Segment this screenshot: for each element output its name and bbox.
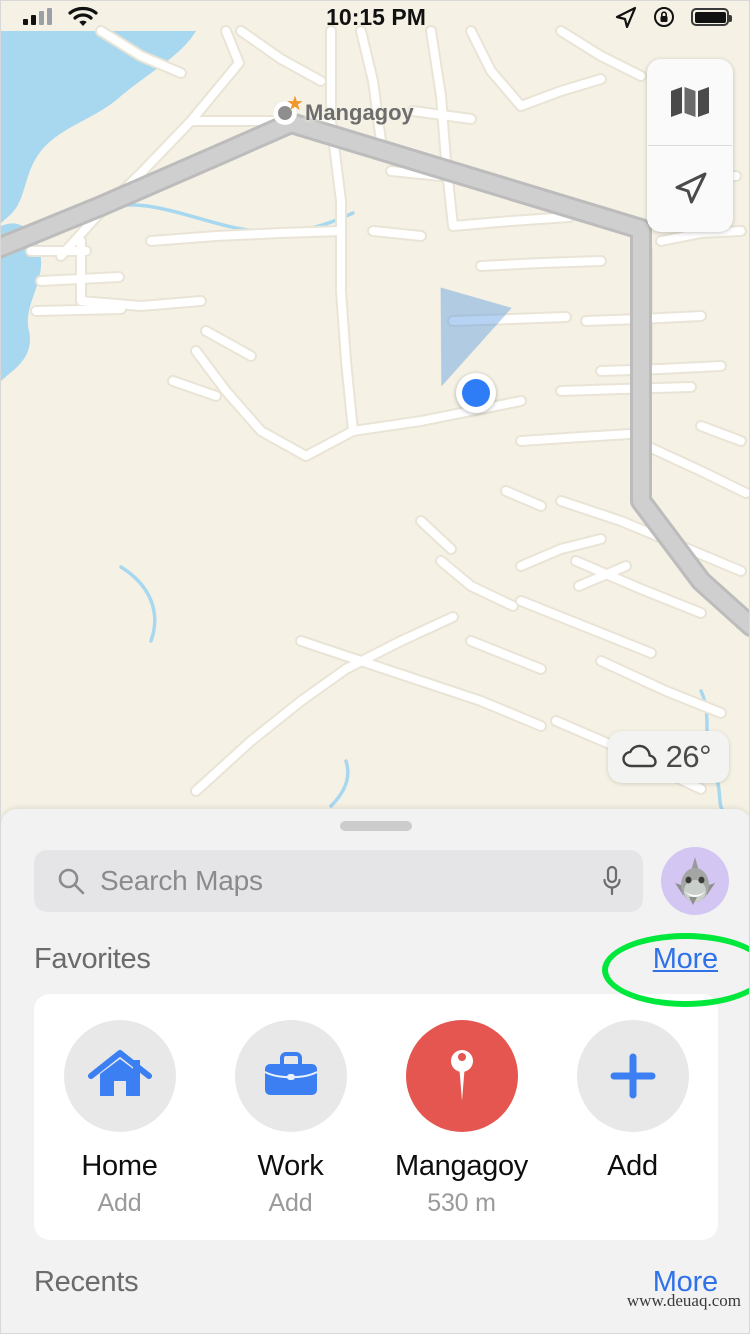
favorites-card: Home Add Work Add Mangagoy 530 m Add [34,994,718,1241]
favorite-star-marker-icon: ★ [273,94,304,125]
favorite-subtitle: Add [268,1189,313,1218]
favorite-item-work[interactable]: Work Add [215,1020,367,1218]
work-circle [234,1020,347,1132]
search-input[interactable]: Search Maps [34,850,643,912]
map-controls[interactable] [647,59,733,232]
map-pin-icon [450,1050,473,1101]
favorite-item-home[interactable]: Home Add [44,1020,196,1218]
avatar[interactable] [661,847,729,915]
map-poi-label[interactable]: ★ Mangagoy [273,94,414,126]
shark-memoji-avatar-icon [675,857,715,905]
search-row: Search Maps [1,831,749,915]
iphone-maps-screen: ★ Mangagoy 26° 10:15 PM Search Maps Favo… [0,0,750,1334]
briefcase-icon [264,1052,317,1095]
status-bar: 10:15 PM [1,1,749,33]
home-circle [63,1020,176,1132]
favorite-subtitle: Add [97,1189,142,1218]
user-location-dot-icon [414,287,512,413]
status-bar-time: 10:15 PM [326,4,426,30]
favorite-item-mangagoy[interactable]: Mangagoy 530 m [386,1020,538,1218]
favorite-name: Home [81,1150,158,1182]
favorites-more-link[interactable]: More [653,943,718,976]
weather-temperature: 26° [665,739,712,774]
map-layers-button[interactable] [647,59,733,145]
favorites-title: Favorites [34,943,151,975]
battery-full-icon [691,8,732,26]
map-canvas[interactable]: ★ Mangagoy 26° [1,1,749,811]
cloud-icon [621,744,657,768]
location-dot [456,373,496,413]
search-placeholder: Search Maps [100,865,263,896]
mangagoy-circle [405,1020,518,1132]
map-poi-name: Mangagoy [305,100,414,125]
add-circle [576,1020,689,1132]
location-arrow-outline-icon [675,172,707,204]
sheet-grabber-icon[interactable] [340,821,412,831]
favorite-name: Add [607,1150,658,1182]
site-watermark: www.deuaq.com [626,1291,741,1310]
favorites-header: Favorites More [1,915,749,1007]
favorite-item-add[interactable]: Add [557,1020,709,1189]
favorite-name: Work [257,1150,324,1182]
house-icon [87,1050,152,1096]
microphone-icon[interactable] [601,865,623,897]
favorite-name: Mangagoy [394,1150,529,1182]
recents-title: Recents [34,1266,139,1299]
weather-badge[interactable]: 26° [607,731,729,783]
favorite-subtitle: 530 m [427,1189,496,1218]
search-icon [58,868,85,895]
folded-map-icon [671,87,709,117]
plus-icon [610,1053,655,1099]
bottom-sheet[interactable]: Search Maps Favorites More Home Add Work… [1,809,749,1333]
locate-me-button[interactable] [647,146,733,232]
